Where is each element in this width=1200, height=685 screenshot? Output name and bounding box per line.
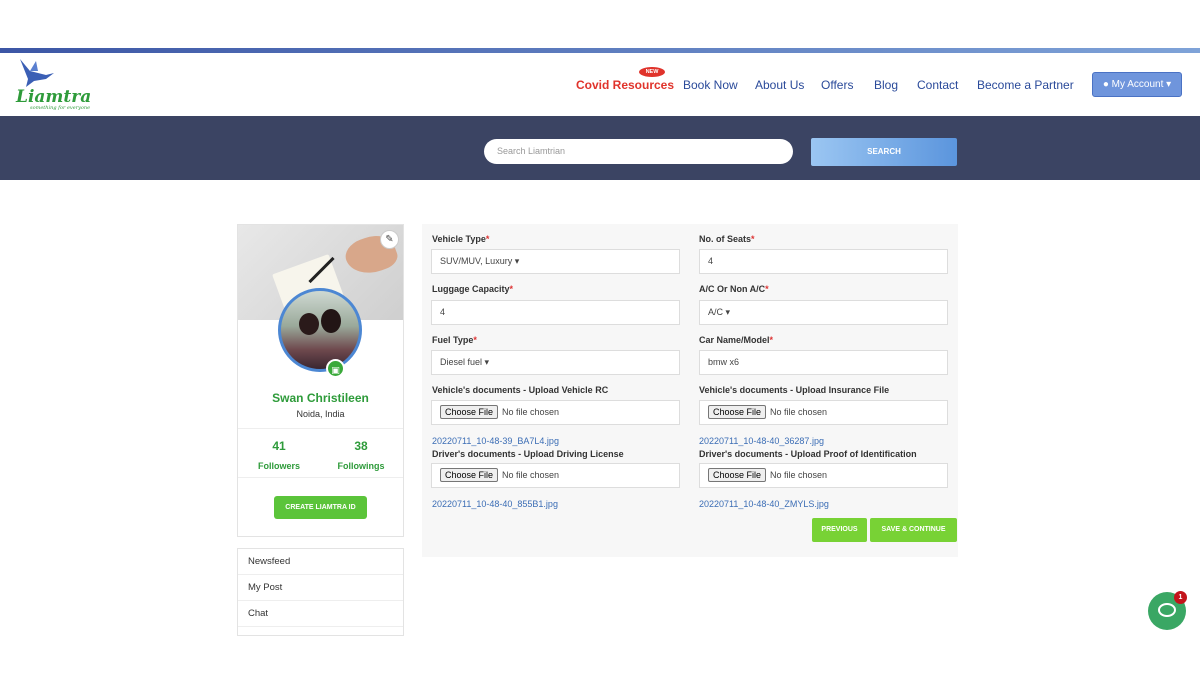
choose-file-button[interactable]: Choose File	[440, 468, 499, 482]
my-account-label: My Account	[1111, 79, 1164, 90]
insurance-file-input[interactable]: Choose File No file chosen	[699, 400, 948, 425]
luggage-input[interactable]: 4	[431, 300, 680, 325]
followers-stat[interactable]: 41 Followers	[244, 439, 314, 471]
choose-file-button[interactable]: Choose File	[708, 405, 767, 419]
rc-file-input[interactable]: Choose File No file chosen	[431, 400, 680, 425]
user-icon: ●	[1102, 79, 1109, 90]
logo-tagline: something for everyone	[30, 105, 91, 111]
proof-file-input[interactable]: Choose File No file chosen	[699, 463, 948, 488]
vehicle-type-label: Vehicle Type*	[432, 234, 490, 244]
car-model-input[interactable]: bmw x6	[699, 350, 948, 375]
choose-file-button[interactable]: Choose File	[440, 405, 499, 419]
menu-item-vendor-dashboard[interactable]: Vendor Dashboard	[238, 627, 403, 635]
fuel-type-select[interactable]: Diesel fuel ▾	[431, 350, 680, 375]
followings-count: 38	[354, 439, 368, 453]
followings-stat[interactable]: 38 Followings	[326, 439, 396, 471]
nav-covid-resources[interactable]: Covid Resources	[576, 78, 674, 92]
seats-label: No. of Seats*	[699, 234, 755, 244]
license-label: Driver's documents - Upload Driving Lice…	[432, 449, 624, 459]
chevron-down-icon: ▾	[1166, 79, 1172, 90]
search-button[interactable]: SEARCH	[811, 138, 957, 166]
followings-label: Followings	[337, 461, 385, 471]
ac-select[interactable]: A/C ▾	[699, 300, 948, 325]
liamtra-logo[interactable]: Liamtra something for everyone	[14, 57, 91, 113]
my-account-button[interactable]: ● My Account ▾	[1092, 72, 1182, 97]
proof-file-link[interactable]: 20220711_10-48-40_ZMYLS.jpg	[699, 499, 829, 509]
ac-label: A/C Or Non A/C*	[699, 284, 769, 294]
search-input[interactable]: Search Liamtrian	[484, 139, 793, 164]
vehicle-form: Vehicle Type* SUV/MUV, Luxury ▾ No. of S…	[422, 224, 958, 557]
menu-item-my-post[interactable]: My Post	[238, 575, 403, 601]
menu-item-newsfeed[interactable]: Newsfeed	[238, 549, 403, 575]
profile-location: Noida, India	[296, 409, 345, 419]
nav-become-partner[interactable]: Become a Partner	[977, 78, 1074, 92]
fuel-type-label: Fuel Type*	[432, 335, 477, 345]
caret-down-icon: ▾	[514, 256, 520, 266]
caret-down-icon: ▾	[484, 357, 490, 367]
rc-file-link[interactable]: 20220711_10-48-39_BA7L4.jpg	[432, 436, 559, 446]
avatar	[278, 288, 362, 372]
vehicle-type-select[interactable]: SUV/MUV, Luxury ▾	[431, 249, 680, 274]
insurance-file-link[interactable]: 20220711_10-48-40_36287.jpg	[699, 436, 824, 446]
nav-contact[interactable]: Contact	[917, 78, 958, 92]
insurance-label: Vehicle's documents - Upload Insurance F…	[699, 385, 890, 395]
profile-card: ✎ ▣ Swan Christileen Noida, India 41 Fol…	[237, 224, 404, 537]
create-liamtra-id-button[interactable]: CREATE LIAMTRA ID	[274, 496, 367, 519]
hummingbird-icon	[20, 59, 54, 87]
nav-offers[interactable]: Offers	[821, 78, 853, 92]
menu-item-chat[interactable]: Chat	[238, 601, 403, 627]
car-model-label: Car Name/Model*	[699, 335, 774, 345]
license-file-link[interactable]: 20220711_10-48-40_855B1.jpg	[432, 499, 558, 509]
profile-name: Swan Christileen	[272, 391, 369, 405]
license-file-input[interactable]: Choose File No file chosen	[431, 463, 680, 488]
nav-blog[interactable]: Blog	[874, 78, 898, 92]
profile-stats: 41 Followers 38 Followings	[238, 428, 403, 478]
logo-wordmark: Liamtra	[16, 87, 92, 107]
seats-input[interactable]: 4	[699, 249, 948, 274]
side-menu: Newsfeed My Post Chat Vendor Dashboard	[237, 548, 404, 636]
edit-cover-icon[interactable]: ✎	[380, 230, 399, 249]
save-continue-button[interactable]: SAVE & CONTINUE	[870, 518, 957, 542]
choose-file-button[interactable]: Choose File	[708, 468, 767, 482]
followers-count: 41	[272, 439, 286, 453]
chat-icon	[1158, 603, 1176, 617]
nav-about-us[interactable]: About Us	[755, 78, 804, 92]
followers-label: Followers	[257, 461, 300, 471]
new-badge: NEW	[639, 67, 665, 77]
proof-label: Driver's documents - Upload Proof of Ide…	[699, 449, 917, 459]
chat-notification-badge: 1	[1174, 591, 1187, 604]
camera-icon[interactable]: ▣	[326, 359, 345, 378]
luggage-label: Luggage Capacity*	[432, 284, 514, 294]
rc-label: Vehicle's documents - Upload Vehicle RC	[432, 385, 609, 395]
nav-book-now[interactable]: Book Now	[683, 78, 738, 92]
previous-button[interactable]: PREVIOUS	[812, 518, 867, 542]
caret-down-icon: ▾	[725, 307, 731, 317]
